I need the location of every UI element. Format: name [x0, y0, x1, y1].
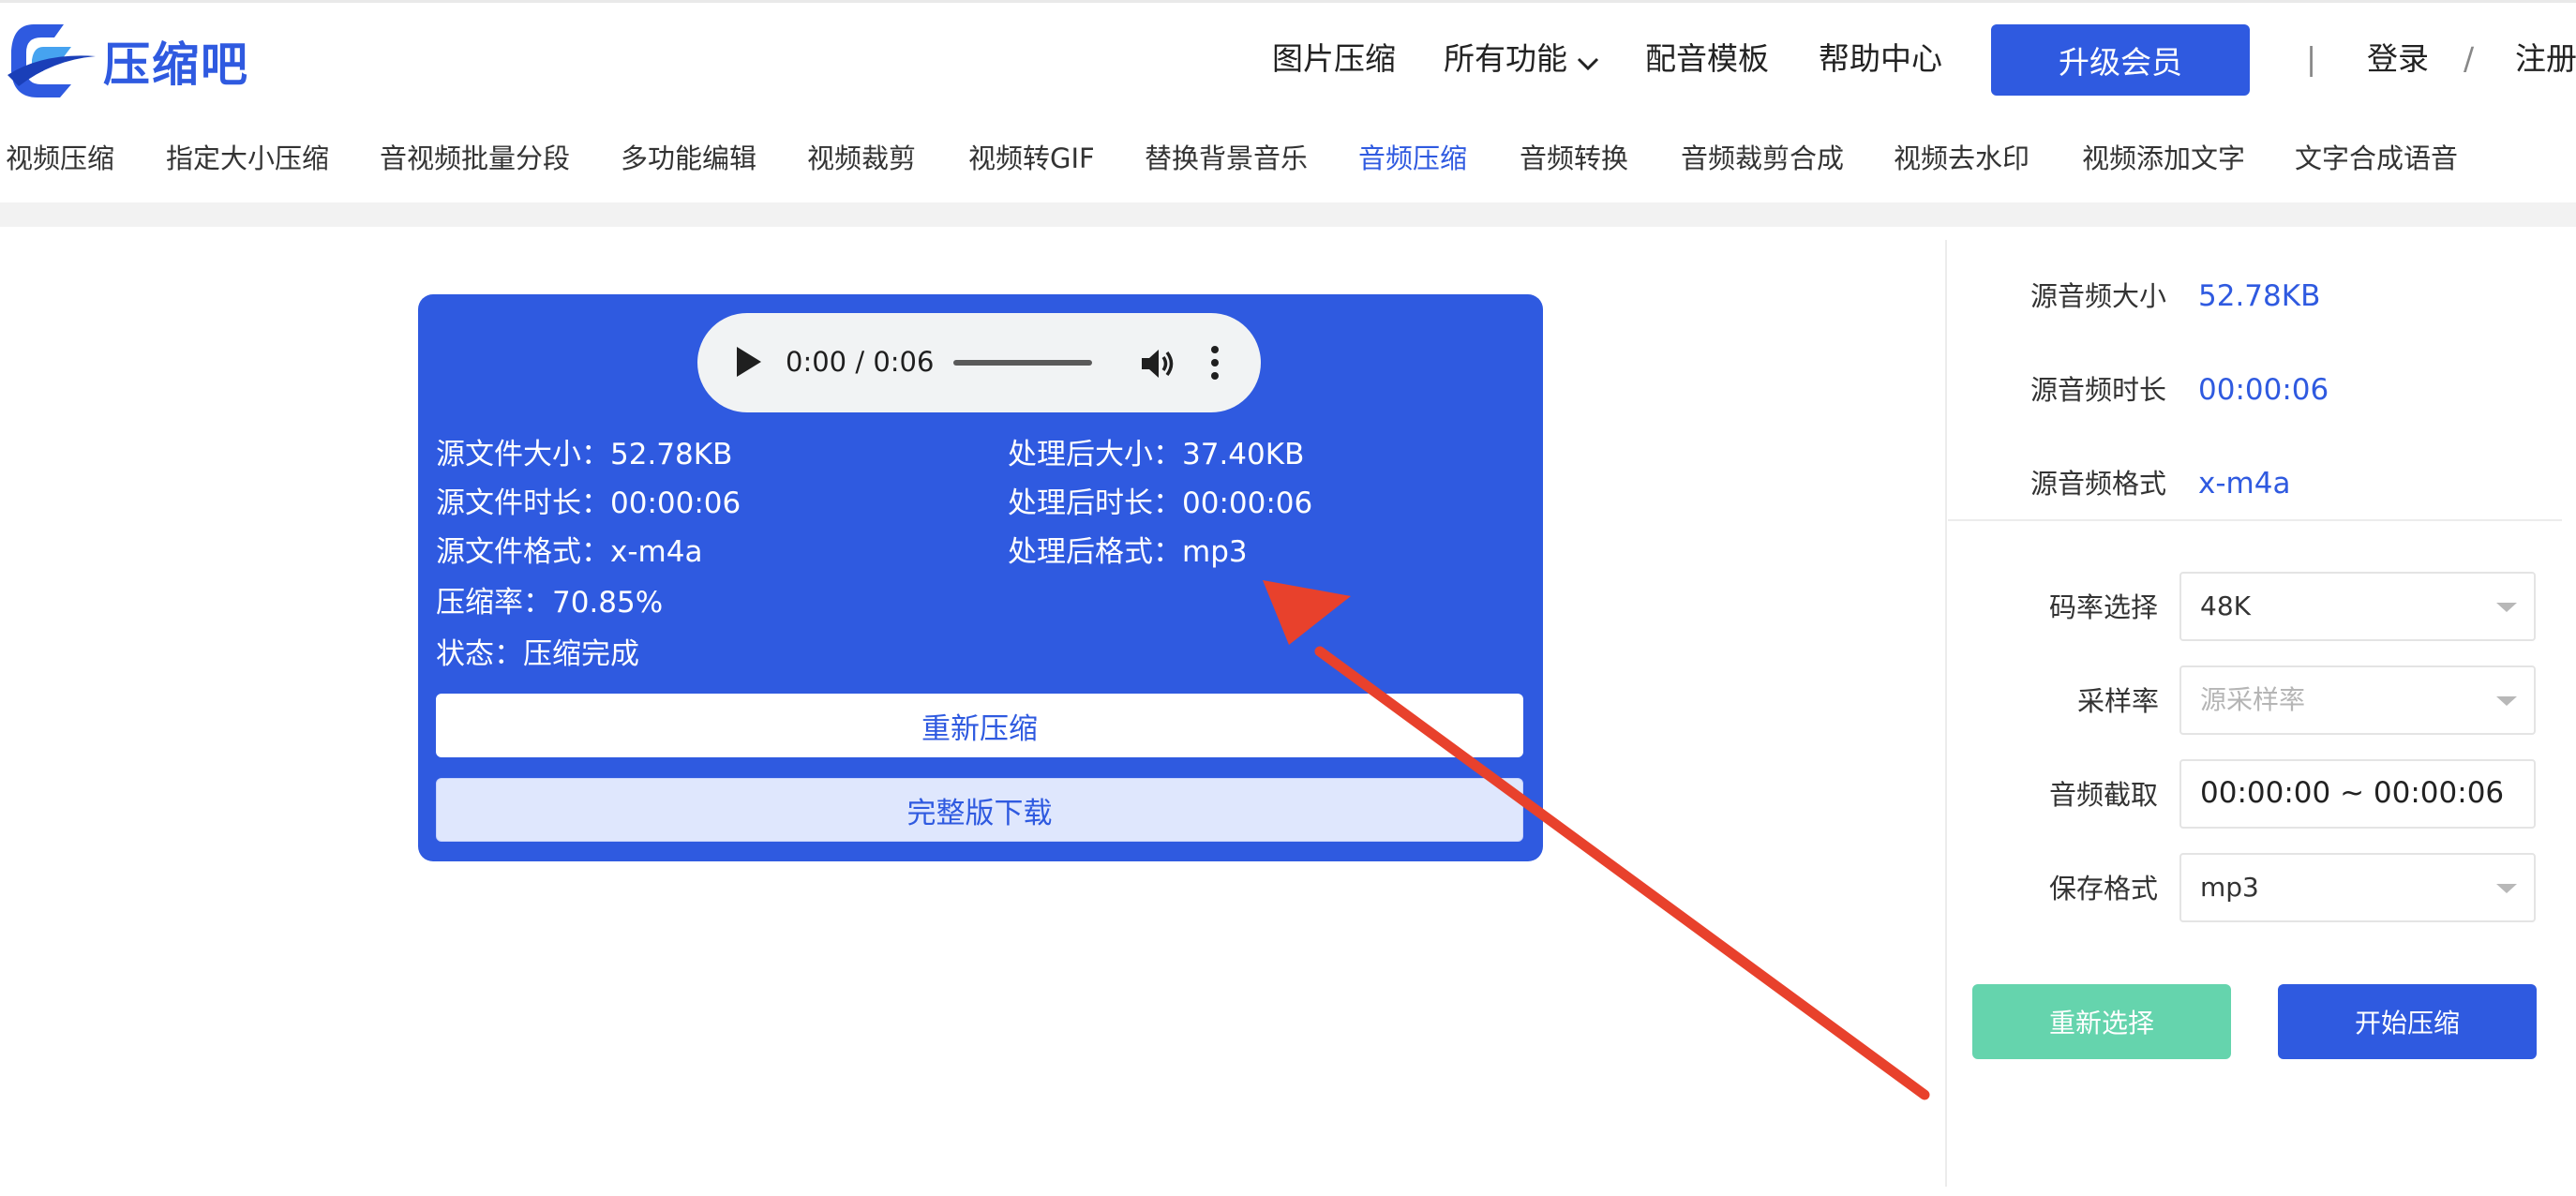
caret-down-icon: [2496, 696, 2517, 706]
bitrate-selected-value: 48K: [2200, 591, 2251, 621]
tab-size-compress[interactable]: 指定大小压缩: [166, 139, 329, 178]
tab-replace-bgm[interactable]: 替换背景音乐: [1145, 139, 1308, 178]
sample-rate-select[interactable]: 源采样率: [2179, 665, 2536, 735]
panel-divider: [1945, 240, 1947, 1187]
output-file-size: 处理后大小：37.40KB: [1008, 438, 1305, 471]
tab-video-to-gif[interactable]: 视频转GIF: [968, 139, 1095, 178]
header-divider: |: [2306, 40, 2317, 77]
audio-player[interactable]: 0:00 / 0:06: [697, 313, 1261, 412]
source-audio-size-label: 源音频大小: [2030, 280, 2167, 312]
tab-audio-trim-merge[interactable]: 音频裁剪合成: [1681, 139, 1844, 178]
caret-down-icon: [2496, 603, 2517, 612]
source-file-format: 源文件格式：x-m4a: [436, 535, 703, 569]
tab-batch-split[interactable]: 音视频批量分段: [380, 139, 570, 178]
chevron-down-icon: [1577, 39, 1599, 82]
nav-all-features[interactable]: 所有功能: [1444, 37, 1599, 82]
register-link[interactable]: 注册: [2515, 37, 2576, 81]
login-register-slash: /: [2464, 40, 2475, 77]
source-file-duration: 源文件时长：00:00:06: [436, 486, 741, 520]
compression-status: 状态：压缩完成: [436, 637, 639, 671]
compression-ratio: 压缩率：70.85%: [436, 586, 664, 620]
output-file-format: 处理后格式：mp3: [1008, 535, 1248, 569]
source-audio-duration-label: 源音频时长: [2030, 374, 2167, 406]
save-format-label: 保存格式: [2049, 873, 2159, 904]
play-icon[interactable]: [737, 347, 761, 377]
nav-dubbing-templates[interactable]: 配音模板: [1645, 37, 1769, 81]
section-divider: [0, 202, 2576, 227]
nav-help-center[interactable]: 帮助中心: [1819, 37, 1942, 81]
top-border: [0, 0, 2576, 3]
panel-section-divider: [1948, 519, 2562, 521]
bitrate-label: 码率选择: [2049, 591, 2159, 623]
audio-trim-label: 音频截取: [2049, 779, 2159, 811]
save-format-select[interactable]: mp3: [2179, 853, 2536, 922]
caret-down-icon: [2496, 884, 2517, 893]
tab-text-to-speech[interactable]: 文字合成语音: [2295, 139, 2458, 178]
tab-video-crop[interactable]: 视频裁剪: [807, 139, 916, 178]
source-audio-duration-value: 00:00:06: [2198, 373, 2329, 407]
volume-icon[interactable]: [1138, 345, 1176, 382]
source-audio-size-value: 52.78KB: [2198, 279, 2321, 313]
output-file-duration: 处理后时长：00:00:06: [1008, 486, 1313, 520]
audio-trim-range-value: 00:00:00 ~ 00:00:06: [2200, 776, 2505, 810]
more-vert-icon[interactable]: [1209, 343, 1221, 382]
tab-video-add-text[interactable]: 视频添加文字: [2082, 139, 2245, 178]
reselect-button[interactable]: 重新选择: [1972, 984, 2231, 1059]
player-time: 0:00 / 0:06: [786, 346, 935, 378]
tab-video-watermark-remove[interactable]: 视频去水印: [1894, 139, 2029, 178]
sample-rate-placeholder: 源采样率: [2200, 684, 2306, 715]
sample-rate-label: 采样率: [2077, 685, 2160, 717]
tab-audio-convert[interactable]: 音频转换: [1520, 139, 1628, 178]
tab-audio-compress[interactable]: 音频压缩: [1358, 139, 1467, 178]
source-file-size: 源文件大小：52.78KB: [436, 438, 733, 471]
nav-image-compress[interactable]: 图片压缩: [1272, 37, 1396, 81]
tab-video-compress[interactable]: 视频压缩: [6, 139, 114, 178]
source-audio-format-label: 源音频格式: [2030, 468, 2167, 500]
start-compress-button[interactable]: 开始压缩: [2278, 984, 2537, 1059]
logo-icon: [6, 19, 99, 103]
site-logo[interactable]: 压缩吧: [6, 19, 249, 103]
logo-text: 压缩吧: [103, 37, 249, 92]
save-format-selected-value: mp3: [2200, 872, 2259, 903]
source-audio-format-value: x-m4a: [2198, 467, 2291, 501]
seek-bar[interactable]: [953, 360, 1092, 366]
tab-multi-edit[interactable]: 多功能编辑: [621, 139, 756, 178]
full-download-button[interactable]: 完整版下载: [436, 778, 1523, 842]
upgrade-member-button[interactable]: 升级会员: [1991, 24, 2250, 96]
bitrate-select[interactable]: 48K: [2179, 572, 2536, 641]
recompress-button[interactable]: 重新压缩: [436, 694, 1523, 757]
audio-trim-range-input[interactable]: 00:00:00 ~ 00:00:06: [2179, 759, 2536, 829]
nav-all-features-label: 所有功能: [1444, 40, 1567, 77]
login-link[interactable]: 登录: [2367, 37, 2429, 81]
